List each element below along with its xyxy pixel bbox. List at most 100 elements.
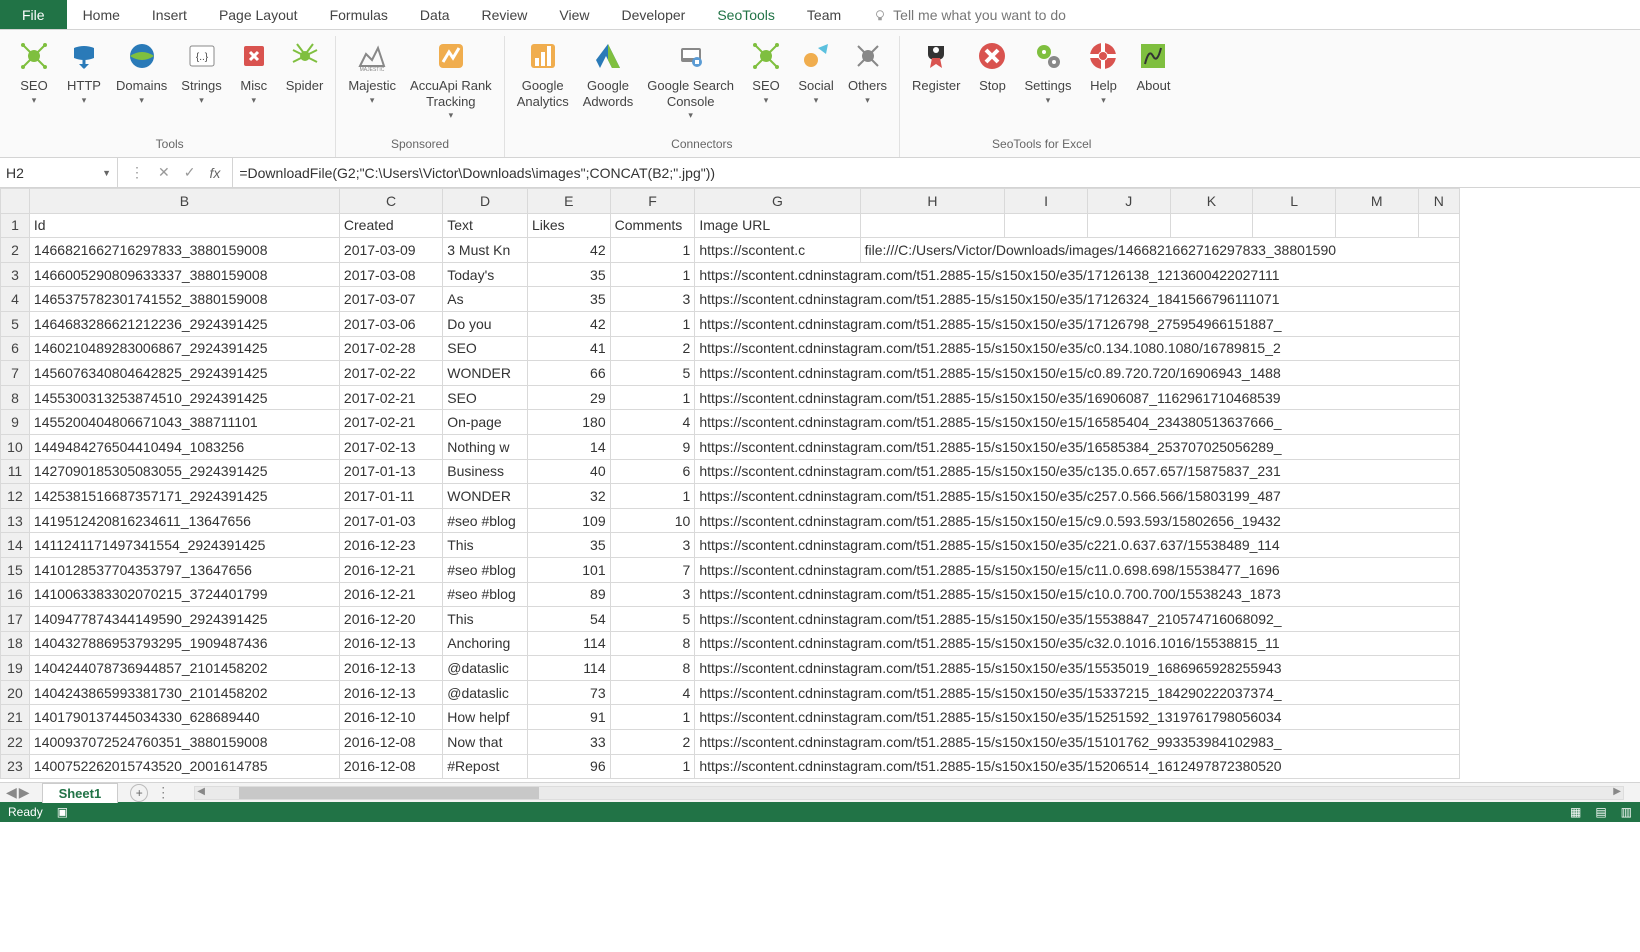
new-sheet-button[interactable]: + (130, 784, 148, 802)
cell[interactable]: 2017-02-13 (339, 434, 442, 459)
col-header-I[interactable]: I (1005, 189, 1088, 214)
cell[interactable]: This (443, 607, 528, 632)
name-box[interactable]: H2 ▼ (0, 158, 118, 187)
cell[interactable]: 1455200404806671043_388711101 (29, 410, 339, 435)
row-header[interactable]: 12 (1, 484, 30, 509)
menu-formulas[interactable]: Formulas (314, 0, 404, 29)
cell[interactable] (1335, 213, 1418, 238)
cell[interactable]: 1 (610, 754, 695, 779)
accuapi-btn[interactable]: AccuApi RankTracking▾ (404, 36, 498, 123)
cell[interactable]: Image URL (695, 213, 860, 238)
cell[interactable]: Created (339, 213, 442, 238)
cell[interactable]: https://scontent.cdninstagram.com/t51.28… (695, 410, 1460, 435)
row-header[interactable]: 19 (1, 656, 30, 681)
cell[interactable]: https://scontent.cdninstagram.com/t51.28… (695, 434, 1460, 459)
cell[interactable]: 2016-12-21 (339, 557, 442, 582)
ga-btn[interactable]: GoogleAnalytics (511, 36, 575, 111)
menu-home[interactable]: Home (67, 0, 136, 29)
cell[interactable]: #seo #blog (443, 557, 528, 582)
cell[interactable]: 101 (527, 557, 610, 582)
cell[interactable] (1005, 213, 1088, 238)
cell[interactable]: 42 (527, 311, 610, 336)
menu-view[interactable]: View (543, 0, 605, 29)
cell[interactable]: 1460210489283006867_2924391425 (29, 336, 339, 361)
cell[interactable]: https://scontent.cdninstagram.com/t51.28… (695, 459, 1460, 484)
row-header[interactable]: 9 (1, 410, 30, 435)
cell[interactable]: 2017-03-08 (339, 262, 442, 287)
col-header-G[interactable]: G (695, 189, 860, 214)
http-btn[interactable]: HTTP▾ (60, 36, 108, 107)
cell[interactable]: https://scontent.cdninstagram.com/t51.28… (695, 508, 1460, 533)
cell[interactable]: 1466005290809633337_3880159008 (29, 262, 339, 287)
cell[interactable]: As (443, 287, 528, 312)
col-header-J[interactable]: J (1087, 189, 1170, 214)
cell[interactable]: 42 (527, 238, 610, 263)
col-header-K[interactable]: K (1170, 189, 1253, 214)
row-header[interactable]: 6 (1, 336, 30, 361)
seo2-btn[interactable]: SEO▾ (742, 36, 790, 107)
cell[interactable]: https://scontent.cdninstagram.com/t51.28… (695, 680, 1460, 705)
cell[interactable]: 2017-02-28 (339, 336, 442, 361)
row-header[interactable]: 15 (1, 557, 30, 582)
cell[interactable]: Anchoring (443, 631, 528, 656)
cell[interactable]: This (443, 533, 528, 558)
cell[interactable]: 96 (527, 754, 610, 779)
cell[interactable]: 1427090185305083055_2924391425 (29, 459, 339, 484)
cell[interactable]: Comments (610, 213, 695, 238)
menu-developer[interactable]: Developer (606, 0, 702, 29)
cell[interactable]: https://scontent.cdninstagram.com/t51.28… (695, 631, 1460, 656)
row-header[interactable]: 17 (1, 607, 30, 632)
cell[interactable]: 33 (527, 730, 610, 755)
row-header[interactable]: 13 (1, 508, 30, 533)
row-header[interactable]: 21 (1, 705, 30, 730)
menu-seotools[interactable]: SeoTools (701, 0, 791, 29)
scroll-left-icon[interactable]: ◀ (197, 786, 205, 797)
strings-btn[interactable]: {..}Strings▾ (175, 36, 227, 107)
cell[interactable]: https://scontent.cdninstagram.com/t51.28… (695, 484, 1460, 509)
cell[interactable] (1087, 213, 1170, 238)
cell[interactable]: #Repost (443, 754, 528, 779)
tab-nav[interactable]: ◀ ▶ (0, 784, 36, 801)
cell[interactable]: 2016-12-13 (339, 680, 442, 705)
col-header-B[interactable]: B (29, 189, 339, 214)
cell[interactable]: Nothing w (443, 434, 528, 459)
row-header[interactable]: 11 (1, 459, 30, 484)
cell[interactable]: https://scontent.cdninstagram.com/t51.28… (695, 557, 1460, 582)
cell[interactable]: 40 (527, 459, 610, 484)
cell[interactable]: 2 (610, 730, 695, 755)
col-header-F[interactable]: F (610, 189, 695, 214)
cell[interactable]: 8 (610, 631, 695, 656)
cell[interactable] (860, 213, 1005, 238)
col-header-L[interactable]: L (1253, 189, 1336, 214)
row-header[interactable]: 18 (1, 631, 30, 656)
cell[interactable]: https://scontent.cdninstagram.com/t51.28… (695, 656, 1460, 681)
cell[interactable]: 180 (527, 410, 610, 435)
adwords-btn[interactable]: GoogleAdwords (577, 36, 640, 111)
row-header[interactable]: 3 (1, 262, 30, 287)
cell[interactable]: 41 (527, 336, 610, 361)
cell[interactable]: https://scontent.cdninstagram.com/t51.28… (695, 385, 1460, 410)
gsc-btn[interactable]: Google SearchConsole▾ (641, 36, 740, 123)
cancel-formula-icon[interactable]: ✕ (158, 164, 170, 181)
cell[interactable]: 32 (527, 484, 610, 509)
cell[interactable]: On-page (443, 410, 528, 435)
row-header[interactable]: 23 (1, 754, 30, 779)
cell[interactable]: 1400937072524760351_3880159008 (29, 730, 339, 755)
spider-btn[interactable]: Spider (280, 36, 330, 96)
row-header[interactable]: 22 (1, 730, 30, 755)
cell[interactable]: 1 (610, 705, 695, 730)
tab-nav-next-icon[interactable]: ▶ (19, 784, 30, 801)
cell[interactable]: 2017-02-22 (339, 361, 442, 386)
spreadsheet-grid[interactable]: BCDEFGHIJKLMN1IdCreatedTextLikesComments… (0, 188, 1640, 782)
cell[interactable]: 3 Must Kn (443, 238, 528, 263)
cell[interactable]: 5 (610, 361, 695, 386)
cell[interactable]: 1401790137445034330_628689440 (29, 705, 339, 730)
cell[interactable]: 1409477874344149590_2924391425 (29, 607, 339, 632)
cell[interactable]: 91 (527, 705, 610, 730)
row-header[interactable]: 7 (1, 361, 30, 386)
row-header[interactable]: 10 (1, 434, 30, 459)
cell[interactable]: 2017-03-09 (339, 238, 442, 263)
cell[interactable]: 9 (610, 434, 695, 459)
cell[interactable]: 2016-12-21 (339, 582, 442, 607)
select-all-corner[interactable] (1, 189, 30, 214)
